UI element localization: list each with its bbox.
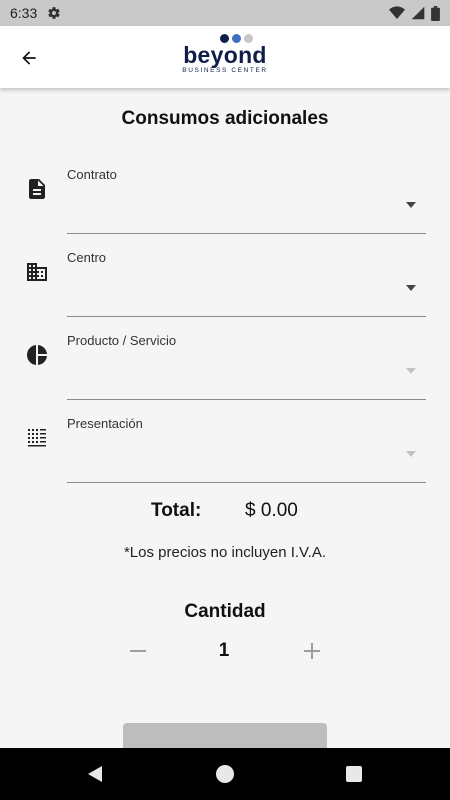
chevron-down-icon[interactable]	[406, 368, 416, 374]
decrease-quantity-button[interactable]	[124, 637, 152, 665]
field-underline	[67, 482, 426, 483]
logo-wordmark: beyond	[183, 42, 267, 68]
presentacion-label: Presentación	[67, 416, 143, 431]
centro-label: Centro	[67, 250, 107, 265]
field-underline	[67, 316, 426, 317]
total-label: Total:	[151, 500, 202, 521]
presentacion-dropdown[interactable]: Presentación	[0, 416, 450, 486]
brand-logo: beyond BUSINESS CENTER	[180, 34, 270, 80]
page-title: Consumos adicionales	[121, 108, 329, 129]
status-bar: 6:33	[0, 0, 450, 26]
chevron-down-icon[interactable]	[406, 285, 416, 291]
plus-icon	[304, 643, 320, 659]
centro-dropdown[interactable]: Centro	[0, 250, 450, 320]
nav-recent-icon[interactable]	[346, 766, 362, 782]
increase-quantity-button[interactable]	[298, 637, 326, 665]
back-button[interactable]	[14, 43, 44, 73]
nav-back-icon[interactable]	[85, 764, 105, 784]
total-value: $ 0.00	[245, 500, 298, 521]
signal-icon	[411, 6, 425, 20]
gear-icon	[48, 7, 60, 19]
chevron-down-icon[interactable]	[406, 202, 416, 208]
grid-list-icon	[28, 429, 46, 447]
field-underline	[67, 399, 426, 400]
quantity-title: Cantidad	[184, 601, 266, 622]
wifi-icon	[389, 6, 405, 20]
arrow-left-icon	[22, 51, 36, 65]
minus-icon	[130, 650, 146, 652]
contrato-label: Contrato	[67, 167, 117, 182]
logo-subtitle: BUSINESS CENTER	[182, 67, 268, 74]
navigation-bar	[0, 748, 450, 800]
battery-icon	[431, 5, 440, 21]
status-time: 6:33	[10, 5, 38, 21]
iva-note: *Los precios no incluyen I.V.A.	[123, 544, 327, 561]
producto-servicio-label: Producto / Servicio	[67, 333, 177, 348]
quantity-value: 1	[218, 640, 230, 661]
chevron-down-icon[interactable]	[406, 451, 416, 457]
contrato-dropdown[interactable]: Contrato	[0, 167, 450, 237]
document-icon	[29, 179, 45, 199]
field-underline	[67, 233, 426, 234]
pie-chart-icon	[27, 345, 47, 365]
app-bar: beyond BUSINESS CENTER	[0, 26, 450, 88]
status-icons	[389, 5, 440, 21]
nav-home-icon[interactable]	[216, 765, 234, 783]
producto-servicio-dropdown[interactable]: Producto / Servicio	[0, 333, 450, 403]
building-icon	[27, 263, 47, 281]
